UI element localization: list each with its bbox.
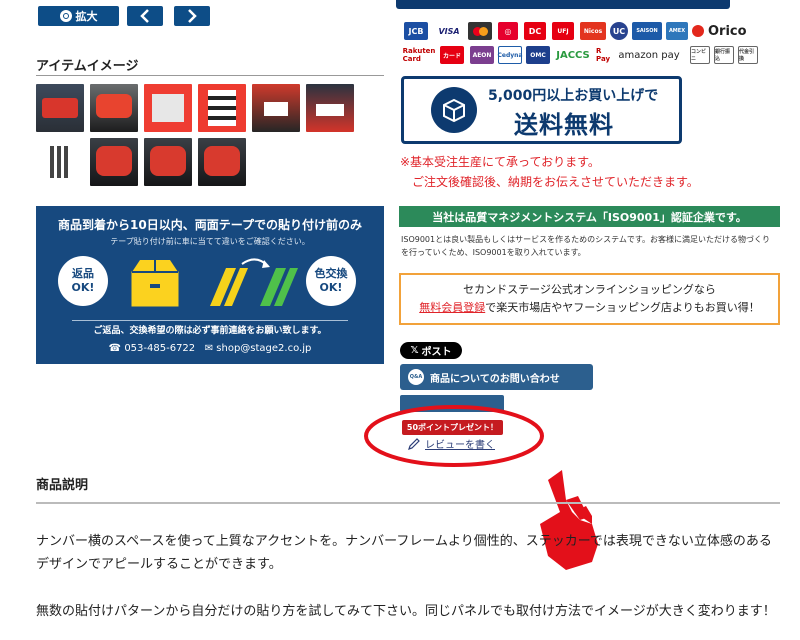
divider bbox=[36, 502, 780, 504]
description-paragraph-1: ナンバー横のスペースを使って上質なアクセントを。ナンバーフレームより個性的、ステ… bbox=[36, 534, 772, 572]
description-paragraph-2: 無数の貼付けパターンから自分だけの貼り方を試してみて下さい。同じパネルでも取付け… bbox=[36, 604, 776, 619]
highlight-circle bbox=[364, 405, 544, 467]
description-title: 商品説明 bbox=[36, 478, 89, 493]
